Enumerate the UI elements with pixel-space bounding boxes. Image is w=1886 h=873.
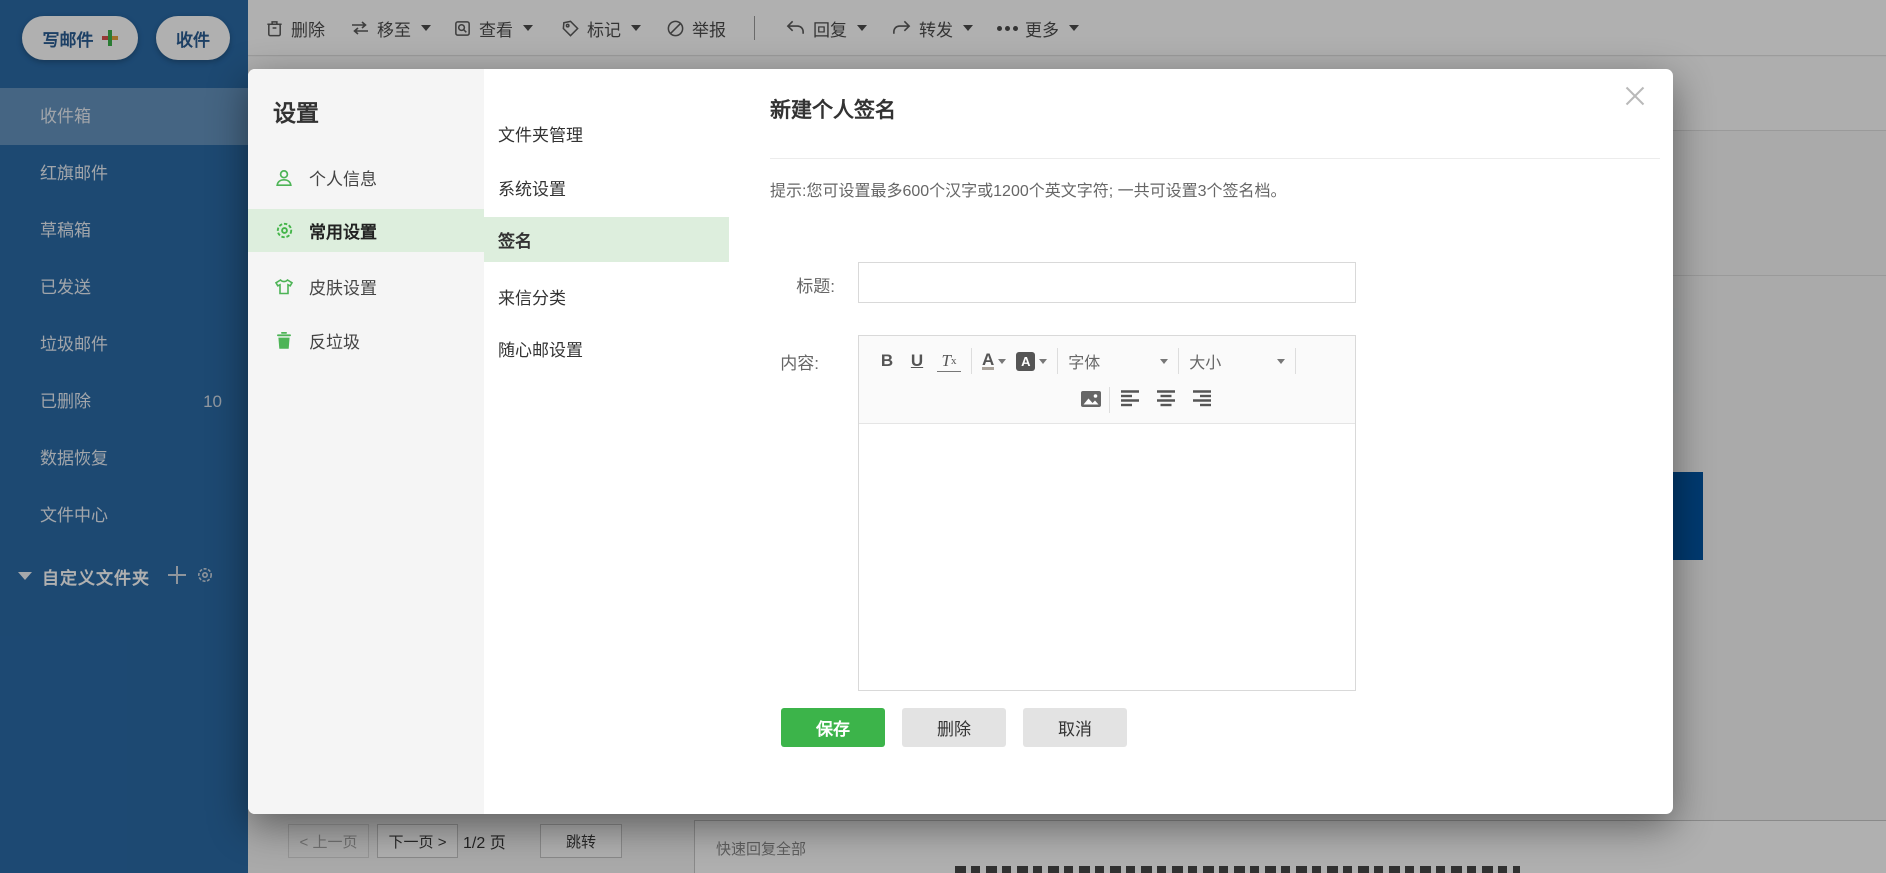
subnav-item-label: 随心邮设置 [498,341,583,360]
content-field-label: 内容: [780,354,819,373]
subnav-item-label: 文件夹管理 [498,126,583,145]
chevron-down-icon [1160,358,1169,364]
nav-item-label: 反垃圾 [309,333,360,352]
nav-item-label: 常用设置 [309,223,377,242]
font-color-button[interactable]: A [982,350,1007,370]
settings-subnav-panel: 文件夹管理 系统设置 签名 来信分类 随心邮设置 [484,69,729,814]
title-field-label: 标题: [796,277,835,296]
chevron-down-icon [1277,358,1286,364]
save-button-label: 保存 [816,720,850,739]
bg-color-button[interactable]: A [1016,351,1048,371]
trash-icon [273,331,295,350]
bold-icon[interactable]: B [877,351,897,371]
subnav-item-folder-management[interactable]: 文件夹管理 [484,111,729,156]
settings-modal: 设置 个人信息 常用设置 皮肤设置 反垃圾 文件夹管理 系统设置 签名 来信分类… [248,69,1673,814]
signature-tip-text: 提示:您可设置最多600个汉字或1200个英文字符; 一共可设置3个签名档。 [770,183,1287,200]
align-center-icon[interactable] [1157,390,1175,412]
clear-format-t: T [941,350,951,370]
font-dropdown-label: 字体 [1068,355,1101,372]
subnav-item-label: 来信分类 [498,289,566,308]
signature-content-area[interactable] [859,424,1355,690]
tshirt-icon [273,277,295,297]
size-dropdown-label: 大小 [1189,355,1222,372]
nav-item-personal-info[interactable]: 个人信息 [248,156,484,199]
nav-item-skin-settings[interactable]: 皮肤设置 [248,265,484,308]
align-left-icon[interactable] [1121,390,1139,412]
signature-title-input[interactable] [858,262,1356,303]
subnav-item-mail-classification[interactable]: 来信分类 [484,274,729,319]
editor-separator [1178,348,1180,374]
nav-item-label: 个人信息 [309,170,377,189]
mail-app-screen: 删除 移至 查看 标记 举报 回复 转发 更多 写邮件 收件 收件箱 红旗邮件 … [0,0,1886,873]
rich-text-editor: B U Tx A A 字体 大小 [858,335,1356,691]
insert-image-icon[interactable] [1081,391,1101,412]
font-family-dropdown[interactable]: 字体 [1068,349,1169,373]
subnav-item-system-settings[interactable]: 系统设置 [484,165,729,210]
align-right-icon[interactable] [1193,390,1211,412]
clear-format-x: x [950,354,957,367]
close-icon[interactable] [1622,83,1648,109]
chevron-down-icon [998,358,1007,364]
title-divider [770,158,1660,159]
editor-separator [1295,348,1297,374]
save-button[interactable]: 保存 [781,708,885,747]
cancel-button[interactable]: 取消 [1023,708,1127,747]
subnav-item-signature[interactable]: 签名 [484,217,729,262]
settings-title: 设置 [273,100,319,126]
cancel-button-label: 取消 [1058,720,1092,739]
subnav-item-label: 签名 [498,232,532,251]
person-icon [273,168,295,188]
gear-flower-icon [273,220,295,241]
subnav-item-label: 系统设置 [498,180,566,199]
settings-nav-panel: 设置 个人信息 常用设置 皮肤设置 反垃圾 [248,69,484,814]
chevron-down-icon [1039,358,1048,364]
nav-item-common-settings[interactable]: 常用设置 [248,209,484,252]
editor-separator [1109,387,1110,413]
delete-button[interactable]: 删除 [902,708,1006,747]
font-color-icon: A [982,350,995,370]
nav-item-label: 皮肤设置 [309,279,377,298]
nav-item-antispam[interactable]: 反垃圾 [248,319,484,362]
clear-format-icon[interactable]: Tx [937,351,961,372]
signature-panel: 新建个人签名 提示:您可设置最多600个汉字或1200个英文字符; 一共可设置3… [721,69,1673,814]
font-size-dropdown[interactable]: 大小 [1189,349,1286,373]
subnav-item-suixin-mail[interactable]: 随心邮设置 [484,326,729,371]
editor-separator [971,348,972,374]
editor-separator [1057,348,1059,374]
bg-color-icon: A [1016,351,1036,371]
underline-icon[interactable]: U [907,351,927,371]
delete-button-label: 删除 [937,720,971,739]
editor-toolbar: B U Tx A A 字体 大小 [859,336,1355,424]
panel-title: 新建个人签名 [770,99,896,122]
